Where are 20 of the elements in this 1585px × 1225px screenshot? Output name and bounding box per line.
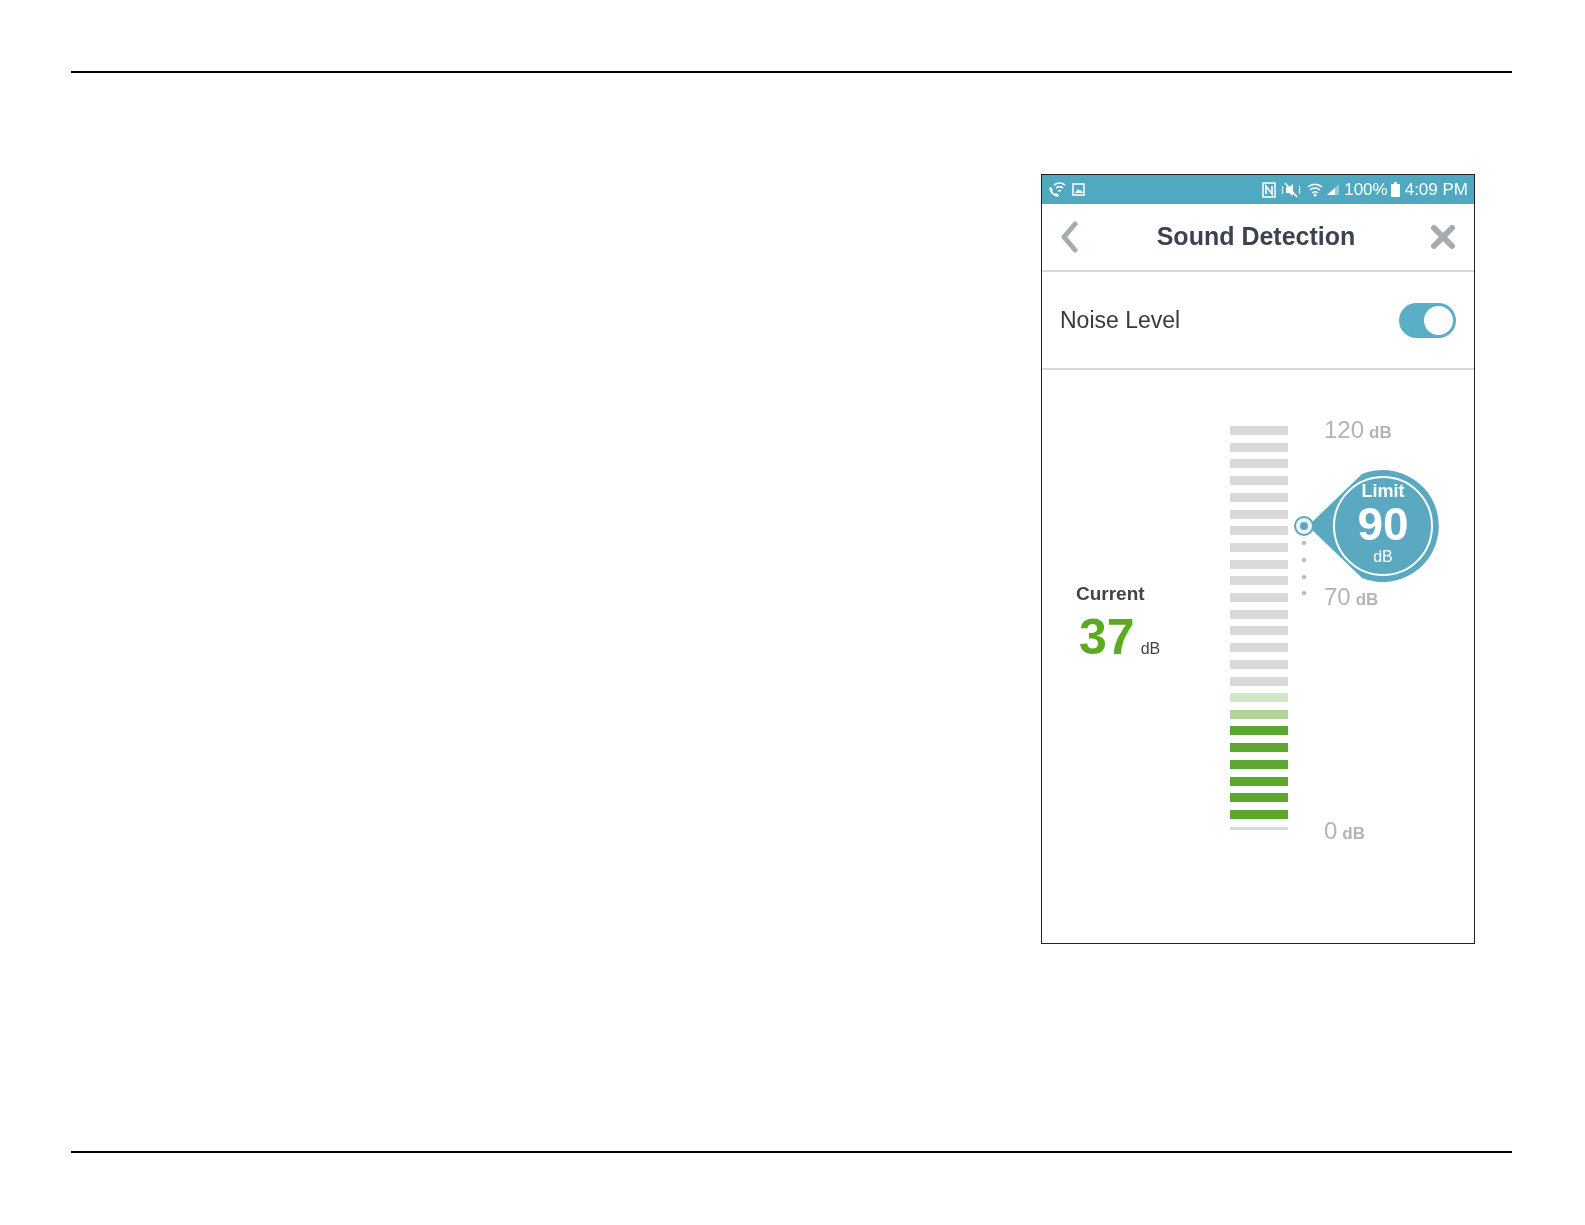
screen-title: Sound Detection [1155,221,1357,253]
wifi-icon [1307,182,1324,197]
wifi-call-icon [1048,181,1066,198]
current-unit: dB [1140,638,1161,659]
scale-label: 120 dB [1324,415,1392,445]
close-button[interactable] [1429,223,1457,251]
battery-icon [1390,182,1400,197]
clock: 4:09 PM [1404,181,1468,198]
current-value: 37 [1079,608,1135,665]
scale-label: 70 dB [1324,582,1379,613]
image-icon [1072,183,1085,196]
scale-label: 0 dB [1324,816,1366,846]
toggle-switch[interactable] [1399,302,1456,338]
mute-icon [1281,181,1302,198]
nfc-icon [1262,181,1277,198]
current-label: Current [1076,582,1146,606]
setting-label: Noise Level [1060,305,1182,335]
battery-percent: 100% [1344,181,1388,198]
signal-icon [1326,183,1341,196]
dotted-guide [1301,540,1307,597]
